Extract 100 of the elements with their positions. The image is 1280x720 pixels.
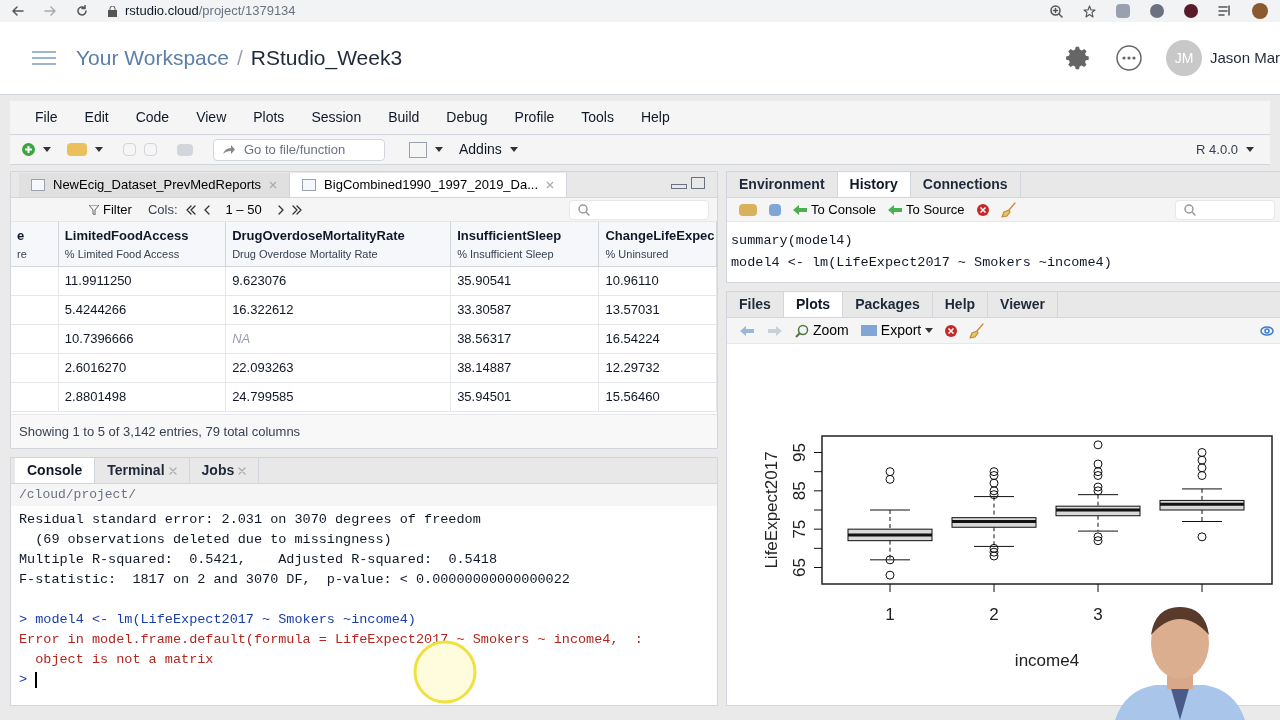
- menu-item[interactable]: File: [35, 107, 58, 128]
- minimize-icon[interactable]: [671, 184, 687, 189]
- save-icon[interactable]: [769, 203, 781, 216]
- search-field[interactable]: [1175, 199, 1275, 220]
- menu-item[interactable]: Build: [388, 107, 420, 128]
- table-cell-text: 35.90541: [457, 272, 512, 291]
- back-icon[interactable]: [12, 5, 24, 17]
- caret-icon: [509, 147, 518, 152]
- column-label: % Insufficient Sleep: [457, 246, 555, 262]
- settings-icon[interactable]: [1065, 45, 1092, 71]
- menu-item[interactable]: Edit: [84, 107, 109, 128]
- menu-item[interactable]: Tools: [581, 107, 614, 128]
- axis-tick-label: 75: [790, 519, 809, 539]
- table-cell-text: 10.96110: [605, 272, 659, 291]
- search-field[interactable]: [569, 199, 709, 220]
- address-field[interactable]: rstudio.cloud/project/1379134: [108, 1, 1030, 21]
- column-header[interactable]: InsufficientSleep: [457, 226, 593, 246]
- table-footer: Showing 1 to 5 of 3,142 entries, 79 total columns: [11, 414, 717, 448]
- menu-item[interactable]: Help: [640, 107, 670, 128]
- axis-tick-label: 85: [790, 481, 809, 501]
- console-line: Residual standard error: 2.031 on 3070 degrees of freedom: [19, 511, 482, 529]
- axis-tick-label: 65: [790, 558, 809, 577]
- go-to-file-field[interactable]: Go to file/function: [213, 138, 385, 161]
- column-label: Drug Overdose Mortality Rate: [232, 246, 379, 262]
- column-header[interactable]: LimitedFoodAccess: [64, 226, 220, 246]
- r-version-button[interactable]: R 4.0.0: [1196, 139, 1254, 160]
- history-entry[interactable]: model4 <- lm(LifeExpect2017 ~ Smokers ~income4): [731, 252, 1280, 274]
- search-icon[interactable]: [578, 203, 590, 216]
- file-tab[interactable]: NewEcig_Dataset_PrevMedReports: [19, 173, 291, 197]
- playlist-icon[interactable]: [1218, 5, 1232, 17]
- pane-tab[interactable]: Console: [15, 458, 96, 483]
- export-button[interactable]: Export: [860, 320, 934, 341]
- caret-icon: [1246, 147, 1254, 152]
- pane-tab[interactable]: History: [837, 172, 911, 197]
- filter-button[interactable]: Filter: [81, 199, 140, 220]
- menu-item[interactable]: Plots: [253, 107, 285, 128]
- menu-item[interactable]: Debug: [446, 107, 488, 128]
- menu-item[interactable]: Session: [311, 107, 362, 128]
- file-tab[interactable]: BigCombined1990_1997_2019_Da...: [290, 173, 568, 197]
- search-icon[interactable]: [1184, 203, 1196, 216]
- last-page-icon[interactable]: [291, 204, 302, 215]
- caret-icon[interactable]: [43, 147, 51, 152]
- column-label: re: [17, 246, 28, 262]
- table-cell-text: 24.799585: [232, 388, 294, 407]
- table-cell-text: 11.9911250: [64, 272, 132, 291]
- broom-icon[interactable]: [969, 322, 986, 339]
- remove-icon[interactable]: [976, 203, 989, 216]
- layout-icon[interactable]: [409, 141, 427, 158]
- menu-item[interactable]: Code: [135, 107, 170, 128]
- table-cell-text: 38.14887: [457, 359, 512, 378]
- zoom-button[interactable]: Zoom: [795, 320, 849, 341]
- user-name[interactable]: Jason Mar: [1209, 46, 1280, 70]
- close-icon[interactable]: [238, 466, 247, 475]
- console-line: F-statistic: 1817 on 2 and 3070 DF, p-value: < 0.00000000000000022: [19, 571, 571, 589]
- console-line: Multiple R-squared: 0.5421, Adjusted R-squared: 0.5418: [19, 551, 498, 569]
- star-icon[interactable]: [1083, 4, 1096, 18]
- caret-icon[interactable]: [435, 147, 443, 152]
- broom-icon[interactable]: [1000, 201, 1017, 218]
- previous-page-icon[interactable]: [203, 204, 210, 215]
- history-entry[interactable]: summary(model4): [731, 230, 1280, 252]
- new-file-icon[interactable]: [22, 143, 35, 156]
- table-cell-text: 33.30587: [457, 301, 512, 320]
- menu-item[interactable]: Profile: [514, 107, 555, 128]
- close-icon[interactable]: [269, 181, 278, 189]
- first-page-icon[interactable]: [185, 204, 196, 215]
- addins-button[interactable]: Addins: [459, 139, 518, 160]
- column-header[interactable]: DrugOverdoseMortalityRate: [232, 226, 445, 246]
- axis-tick-label: 2: [989, 605, 999, 624]
- table-cell-text: 13.57031: [605, 301, 660, 320]
- to-console-button[interactable]: To Console: [793, 199, 877, 220]
- menu-item[interactable]: View: [196, 107, 227, 128]
- next-page-icon[interactable]: [277, 204, 284, 215]
- close-icon[interactable]: [546, 181, 555, 189]
- column-header[interactable]: e: [17, 226, 52, 246]
- menu-icon[interactable]: [32, 50, 56, 66]
- to-source-button[interactable]: To Source: [888, 199, 965, 220]
- reload-icon[interactable]: [76, 5, 88, 17]
- table-cell-text: 15.56460: [605, 388, 660, 407]
- table-cell-text: 35.94501: [457, 388, 512, 407]
- zoom-in-icon[interactable]: [1050, 4, 1063, 18]
- caret-icon[interactable]: [95, 147, 103, 152]
- maximize-icon[interactable]: [691, 177, 705, 189]
- load-icon[interactable]: [739, 203, 757, 216]
- profile-icon[interactable]: [1252, 3, 1268, 19]
- table-cell-text: 10.7396666: [64, 330, 134, 349]
- console-line: (69 observations deleted due to missingness): [34, 531, 393, 549]
- workspace-link[interactable]: Your Workspace: [76, 42, 229, 74]
- table-cell-text: 16.322612: [232, 301, 294, 320]
- arrow-icon: [888, 204, 903, 215]
- extension-icon[interactable]: [1184, 4, 1198, 18]
- close-icon[interactable]: [168, 466, 177, 475]
- magnifier-icon: [795, 323, 809, 338]
- pane-tab[interactable]: Plots: [783, 292, 844, 317]
- forward-icon[interactable]: [44, 5, 56, 17]
- cols-label: Cols:: [147, 200, 178, 219]
- table-cell-text: 2.8801498: [64, 388, 127, 407]
- remove-icon[interactable]: [945, 324, 958, 337]
- more-icon[interactable]: [1115, 45, 1142, 71]
- lock-icon: [108, 5, 117, 17]
- table-cell-text: 5.4244266: [64, 301, 127, 320]
